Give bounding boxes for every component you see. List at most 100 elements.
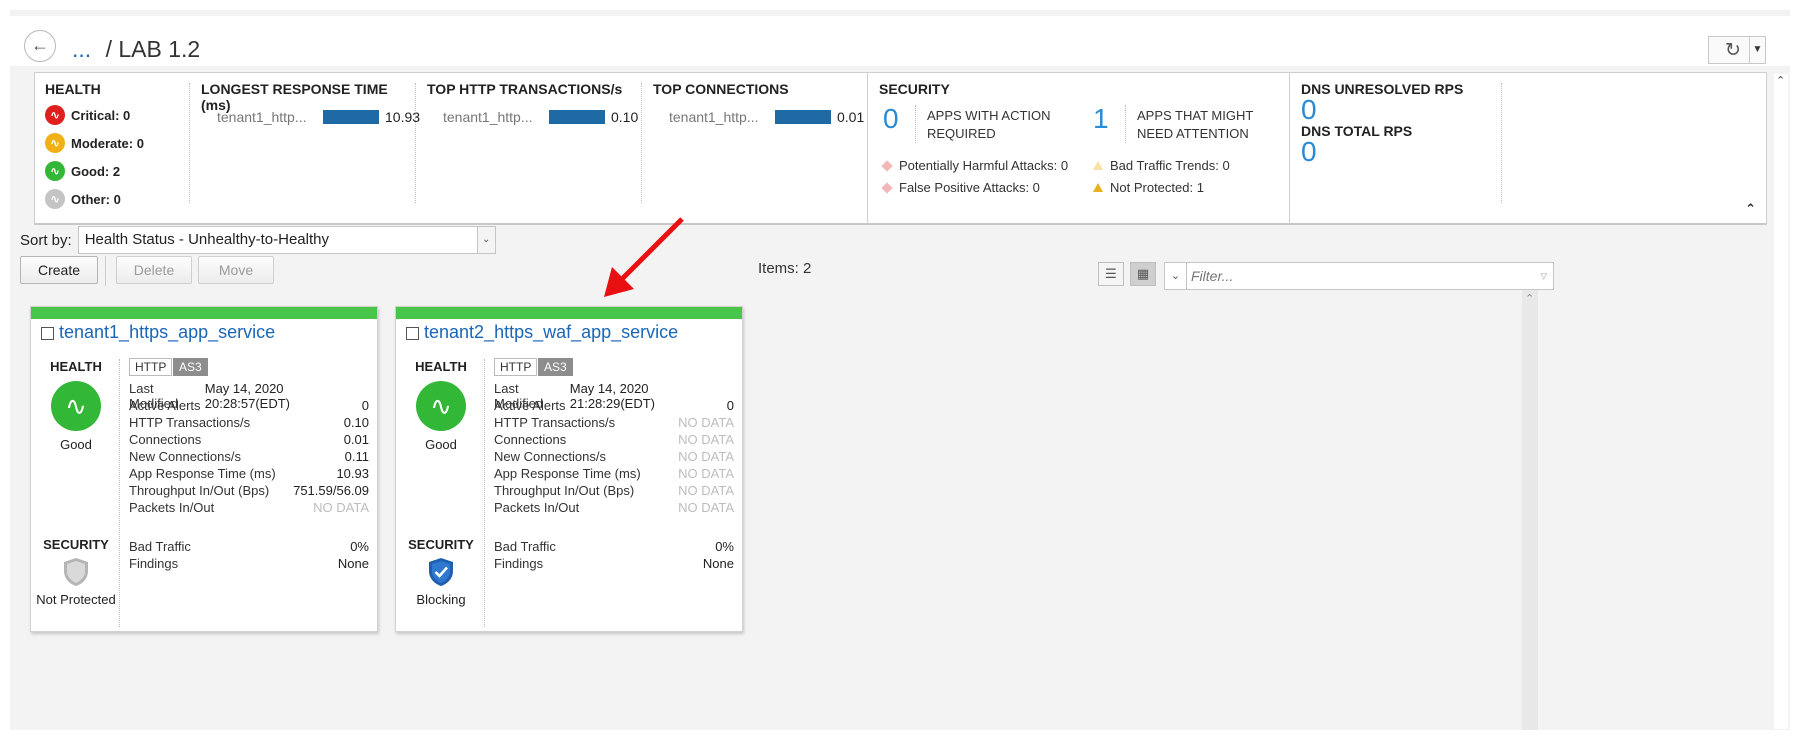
action-required-count[interactable]: 0 bbox=[883, 103, 899, 135]
health-moderate[interactable]: ∿ Moderate: 0 bbox=[45, 133, 144, 153]
metric-value: 0.10 bbox=[343, 415, 369, 430]
filter-box: ⌄ ▿ bbox=[1164, 262, 1554, 290]
filter-dropdown-chevron-icon[interactable]: ⌄ bbox=[1165, 263, 1187, 289]
false-positive-attacks[interactable]: False Positive Attacks: 0 bbox=[881, 179, 1040, 197]
list-scrollbar[interactable]: ⌃ bbox=[1522, 290, 1538, 730]
divider bbox=[641, 83, 642, 203]
delete-button[interactable]: Delete bbox=[116, 256, 192, 284]
metric-value: 751.59/56.09 bbox=[293, 483, 369, 498]
top-connections-summary: TOP CONNECTIONS tenant1_http... 0.01 bbox=[653, 81, 864, 211]
refresh-icon: ↻ bbox=[1725, 40, 1741, 61]
dns-total-value[interactable]: 0 bbox=[1301, 138, 1501, 166]
moderate-pulse-icon: ∿ bbox=[45, 133, 65, 153]
security-status-text: Blocking bbox=[416, 592, 466, 607]
scroll-up-icon[interactable]: ⌃ bbox=[1776, 74, 1785, 87]
action-required-label: APPS WITH ACTION REQUIRED bbox=[927, 108, 1051, 141]
metric-value: 0% bbox=[350, 539, 369, 554]
top-connections-title: TOP CONNECTIONS bbox=[653, 81, 789, 97]
metric-key: Packets In/Out bbox=[129, 500, 215, 515]
metric-row: Active Alerts 0 bbox=[129, 398, 369, 413]
scroll-up-icon[interactable]: ⌃ bbox=[1525, 292, 1534, 305]
attention-count[interactable]: 1 bbox=[1093, 103, 1109, 135]
metric-key: Active Alerts bbox=[129, 398, 201, 413]
top-connections-value: 0.01 bbox=[837, 109, 865, 125]
health-other[interactable]: ∿ Other: 0 bbox=[45, 189, 144, 209]
metric-key: Bad Traffic bbox=[129, 539, 191, 554]
app-service-name-link[interactable]: tenant2_https_waf_app_service bbox=[424, 322, 678, 343]
metric-value: NO DATA bbox=[313, 500, 369, 515]
app-service-list: tenant1_https_app_service HEALTH ∿ Good … bbox=[10, 290, 1770, 730]
security-summary: SECURITY 0 APPS WITH ACTION REQUIRED 1 A… bbox=[879, 81, 1279, 221]
app-service-card[interactable]: tenant2_https_waf_app_service HEALTH ∿ G… bbox=[395, 306, 743, 632]
bad-traffic-trends[interactable]: Bad Traffic Trends: 0 bbox=[1093, 157, 1230, 175]
shield-check-icon bbox=[429, 558, 453, 586]
metric-key: Connections bbox=[494, 432, 567, 447]
divider bbox=[119, 359, 120, 627]
metric-key: App Response Time (ms) bbox=[129, 466, 276, 481]
not-protected[interactable]: Not Protected: 1 bbox=[1093, 179, 1204, 197]
metric-key: Findings bbox=[129, 556, 179, 571]
metric-key: Throughput In/Out (Bps) bbox=[494, 483, 635, 498]
health-good[interactable]: ∿ Good: 2 bbox=[45, 161, 144, 181]
list-view-icon[interactable]: ☰ bbox=[1098, 262, 1124, 286]
metric-value: NO DATA bbox=[678, 449, 734, 464]
good-pulse-icon: ∿ bbox=[45, 161, 65, 181]
security-title: SECURITY bbox=[879, 81, 950, 97]
security-metric-row: Findings None bbox=[129, 556, 369, 571]
page-scrollbar[interactable]: ⌃ bbox=[1774, 74, 1788, 729]
metric-value: NO DATA bbox=[678, 432, 734, 447]
breadcrumb-ellipsis-link[interactable]: ... bbox=[72, 36, 91, 62]
metric-value: 0.11 bbox=[344, 449, 369, 464]
divider bbox=[915, 105, 916, 143]
sort-control: Sort by: Health Status - Unhealthy-to-He… bbox=[20, 226, 496, 254]
refresh-button[interactable]: ↻ ▼ bbox=[1708, 36, 1766, 64]
metric-key: Connections bbox=[129, 432, 202, 447]
funnel-icon[interactable]: ▿ bbox=[1540, 268, 1547, 284]
sort-label: Sort by: bbox=[20, 231, 72, 249]
app-service-card[interactable]: tenant1_https_app_service HEALTH ∿ Good … bbox=[30, 306, 378, 632]
metric-row: HTTP Transactions/s 0.10 bbox=[129, 415, 369, 430]
back-arrow-icon[interactable]: ← bbox=[24, 30, 56, 62]
longest-response-row[interactable]: tenant1_http... 10.93 bbox=[217, 109, 420, 125]
health-good-label: Good: 2 bbox=[71, 163, 121, 179]
metric-row: Connections 0.01 bbox=[129, 432, 369, 447]
health-critical[interactable]: ∿ Critical: 0 bbox=[45, 105, 144, 125]
bad-traffic-text: Bad Traffic Trends: 0 bbox=[1110, 158, 1230, 173]
collapse-chevron-up-icon[interactable]: ⌃ bbox=[1745, 201, 1756, 217]
app-service-name-link[interactable]: tenant1_https_app_service bbox=[59, 322, 275, 343]
divider bbox=[484, 359, 485, 627]
harmful-attacks-text: Potentially Harmful Attacks: 0 bbox=[899, 158, 1069, 173]
card-checkbox[interactable] bbox=[406, 327, 419, 340]
longest-response-bar bbox=[323, 110, 379, 124]
refresh-dropdown-caret-icon[interactable]: ▼ bbox=[1749, 37, 1765, 63]
grid-view-icon[interactable]: ▦ bbox=[1130, 262, 1156, 286]
metric-value: NO DATA bbox=[678, 483, 734, 498]
health-critical-label: Critical: 0 bbox=[71, 107, 131, 123]
health-status-text: Good bbox=[425, 437, 457, 452]
divider bbox=[1501, 83, 1502, 203]
metric-value: NO DATA bbox=[678, 500, 734, 515]
health-title: HEALTH bbox=[45, 81, 101, 97]
health-good-pulse-icon: ∿ bbox=[51, 381, 101, 431]
card-checkbox[interactable] bbox=[41, 327, 54, 340]
top-connections-row[interactable]: tenant1_http... 0.01 bbox=[669, 109, 864, 125]
chevron-down-icon[interactable]: ⌄ bbox=[476, 227, 495, 253]
security-label: SECURITY bbox=[43, 537, 109, 552]
sort-select[interactable]: Health Status - Unhealthy-to-Healthy ⌄ bbox=[77, 226, 496, 254]
security-metric-row: Bad Traffic 0% bbox=[494, 539, 734, 554]
filter-input[interactable] bbox=[1191, 266, 1511, 286]
harmful-attacks[interactable]: Potentially Harmful Attacks: 0 bbox=[881, 157, 1069, 175]
dns-unresolved-value[interactable]: 0 bbox=[1301, 96, 1501, 124]
metric-key: Packets In/Out bbox=[494, 500, 580, 515]
metric-row: HTTP Transactions/s NO DATA bbox=[494, 415, 734, 430]
metric-key: HTTP Transactions/s bbox=[129, 415, 251, 430]
move-button[interactable]: Move bbox=[198, 256, 274, 284]
bad-traffic-warning-icon bbox=[1093, 161, 1103, 170]
metric-row: Throughput In/Out (Bps) NO DATA bbox=[494, 483, 734, 498]
not-protected-warning-icon bbox=[1093, 183, 1103, 192]
health-status-bar bbox=[396, 307, 742, 319]
tag-http: HTTP bbox=[494, 358, 538, 376]
security-metric-row: Findings None bbox=[494, 556, 734, 571]
top-http-row[interactable]: tenant1_http... 0.10 bbox=[443, 109, 638, 125]
create-button[interactable]: Create bbox=[20, 256, 98, 284]
